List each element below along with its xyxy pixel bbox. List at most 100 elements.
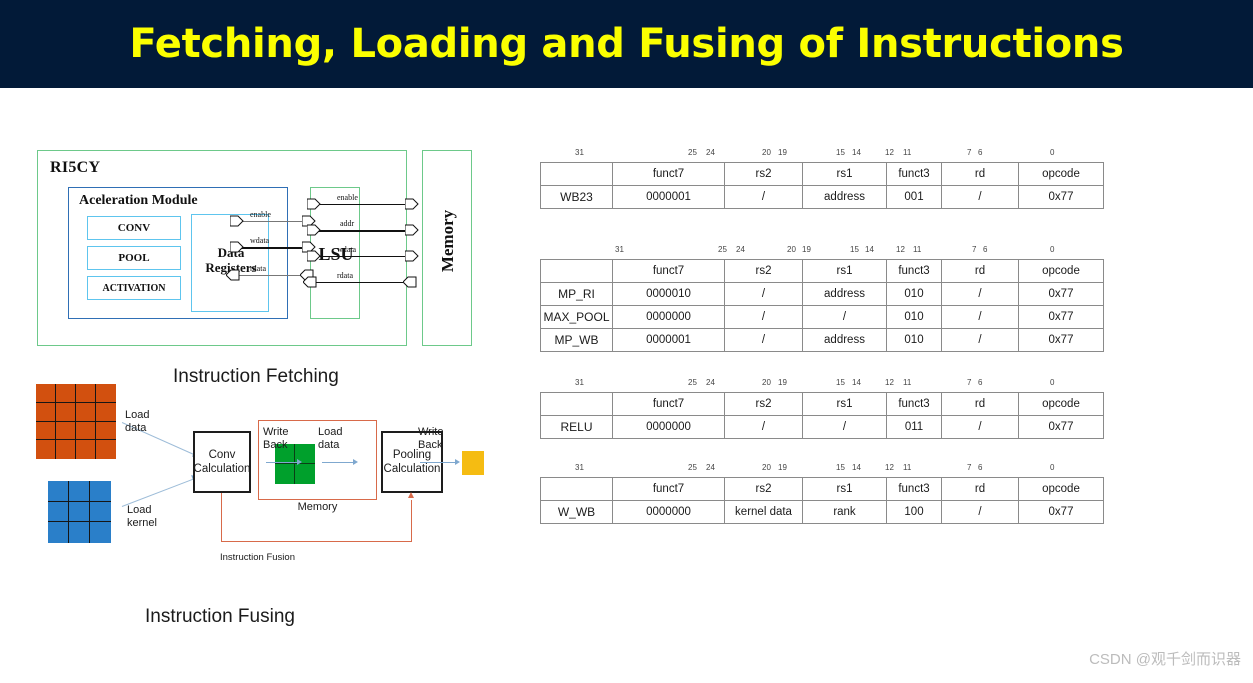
cell-funct3: 001 bbox=[886, 185, 942, 209]
signal-label-enable-left: enable bbox=[250, 210, 271, 219]
bit-label-0: 0 bbox=[1050, 463, 1055, 472]
header-cell-funct7: funct7 bbox=[612, 392, 725, 416]
header-cell-funct3: funct3 bbox=[886, 392, 942, 416]
header-cell-name bbox=[540, 162, 613, 186]
cell-opcode: 0x77 bbox=[1018, 500, 1104, 524]
header-cell-funct3: funct3 bbox=[886, 477, 942, 501]
bit-label-20: 20 bbox=[762, 378, 771, 387]
fusion-line-right-vertical bbox=[411, 500, 413, 542]
cell-rs1: rank bbox=[802, 500, 887, 524]
cell-rs2: / bbox=[724, 185, 803, 209]
cell-funct7: 0000010 bbox=[612, 282, 725, 306]
header-cell-rd: rd bbox=[941, 162, 1019, 186]
bit-label-25: 25 bbox=[688, 148, 697, 157]
bit-label-19: 19 bbox=[802, 245, 811, 254]
cell-funct3: 010 bbox=[886, 305, 942, 329]
cell-rd: / bbox=[941, 500, 1019, 524]
label-load-data: Load data bbox=[125, 409, 150, 434]
bit-label-14: 14 bbox=[865, 245, 874, 254]
bit-label-12: 12 bbox=[885, 378, 894, 387]
conv-calculation-label: Conv Calculation bbox=[193, 449, 251, 475]
write-back-1-arrowhead bbox=[297, 459, 302, 465]
header-cell-rs1: rs1 bbox=[802, 392, 887, 416]
bit-label-19: 19 bbox=[778, 463, 787, 472]
label-write-back-1: Write Back bbox=[263, 426, 289, 451]
table-row: MP_RI 0000010 / address 010 / 0x77 bbox=[540, 282, 1104, 306]
header-cell-opcode: opcode bbox=[1018, 477, 1104, 501]
header-cell-funct3: funct3 bbox=[886, 162, 942, 186]
bit-position-row-1: 31 25 24 20 19 15 14 12 11 7 6 0 bbox=[540, 146, 1103, 162]
encoding-table-wb23: funct7 rs2 rs1 funct3 rd opcode WB23 000… bbox=[540, 162, 1104, 209]
cell-funct7: 0000001 bbox=[612, 328, 725, 352]
cell-rs1: address bbox=[802, 185, 887, 209]
bit-label-31: 31 bbox=[575, 463, 584, 472]
cell-opcode: 0x77 bbox=[1018, 282, 1104, 306]
bit-label-7: 7 bbox=[967, 148, 972, 157]
bit-label-24: 24 bbox=[736, 245, 745, 254]
activation-unit-box: ACTIVATION bbox=[87, 276, 181, 300]
bit-label-14: 14 bbox=[852, 148, 861, 157]
cell-opcode: 0x77 bbox=[1018, 328, 1104, 352]
cell-instruction-name: MAX_POOL bbox=[540, 305, 613, 329]
bit-label-20: 20 bbox=[787, 245, 796, 254]
bit-label-11: 11 bbox=[903, 148, 912, 157]
bit-label-6: 6 bbox=[983, 245, 988, 254]
bit-label-11: 11 bbox=[913, 245, 922, 254]
table-row: MP_WB 0000001 / address 010 / 0x77 bbox=[540, 328, 1104, 352]
table-maxpool: 31 25 24 20 19 15 14 12 11 7 6 0 funct7 … bbox=[540, 243, 1104, 352]
header-cell-rs2: rs2 bbox=[724, 259, 803, 283]
table-header-row: funct7 rs2 rs1 funct3 rd opcode bbox=[540, 477, 1104, 501]
bit-label-0: 0 bbox=[1050, 245, 1055, 254]
label-write-back-2: Write Back bbox=[418, 426, 444, 451]
cell-funct3: 010 bbox=[886, 328, 942, 352]
bit-label-19: 19 bbox=[778, 378, 787, 387]
header-cell-rs1: rs1 bbox=[802, 162, 887, 186]
page-title: Fetching, Loading and Fusing of Instruct… bbox=[129, 21, 1124, 67]
bit-label-31: 31 bbox=[575, 148, 584, 157]
csdn-watermark: CSDN @观千剑而识器 bbox=[1089, 651, 1241, 668]
header-cell-rs2: rs2 bbox=[724, 392, 803, 416]
cell-rd: / bbox=[941, 282, 1019, 306]
pool-unit-box: POOL bbox=[87, 246, 181, 270]
header-cell-opcode: opcode bbox=[1018, 162, 1104, 186]
acceleration-module-box: Aceleration Module CONV POOL ACTIVATION … bbox=[68, 187, 288, 319]
cell-instruction-name: W_WB bbox=[540, 500, 613, 524]
label-load-kernel: Load kernel bbox=[127, 504, 157, 529]
bit-label-12: 12 bbox=[896, 245, 905, 254]
bit-label-7: 7 bbox=[967, 463, 972, 472]
bit-position-row-2: 31 25 24 20 19 15 14 12 11 7 6 0 bbox=[540, 243, 1103, 259]
port-arrow-wdata-lsu-out bbox=[307, 250, 321, 262]
pool-unit-label: POOL bbox=[118, 252, 150, 264]
signal-line-wdata-right bbox=[315, 256, 409, 258]
label-load-data-2: Load data bbox=[318, 426, 343, 451]
load-kernel-arrow bbox=[121, 478, 196, 508]
header-cell-rs1: rs1 bbox=[802, 477, 887, 501]
bit-label-25: 25 bbox=[688, 463, 697, 472]
table-row: WB23 0000001 / address 001 / 0x77 bbox=[540, 185, 1104, 209]
header-cell-rs2: rs2 bbox=[724, 477, 803, 501]
cell-opcode: 0x77 bbox=[1018, 185, 1104, 209]
conv-unit-box: CONV bbox=[87, 216, 181, 240]
bit-label-7: 7 bbox=[972, 245, 977, 254]
bit-label-6: 6 bbox=[978, 148, 983, 157]
instruction-fusing-diagram: Load data Load kernel Conv Calculation Memo… bbox=[30, 384, 500, 564]
port-arrow-enable-mem-in bbox=[405, 198, 419, 210]
header-cell-rd: rd bbox=[941, 392, 1019, 416]
write-back-2-arrow bbox=[420, 462, 456, 464]
cell-funct7: 0000000 bbox=[612, 415, 725, 439]
signal-line-addr-right bbox=[315, 230, 409, 233]
load-data-2-arrowhead bbox=[353, 459, 358, 465]
port-arrow-addr-lsu-out bbox=[307, 224, 321, 236]
table-header-row: funct7 rs2 rs1 funct3 rd opcode bbox=[540, 259, 1104, 283]
memory-box: Memory bbox=[422, 150, 472, 346]
activation-unit-label: ACTIVATION bbox=[102, 282, 166, 294]
memory-label: Memory bbox=[438, 209, 457, 273]
bit-label-14: 14 bbox=[852, 463, 861, 472]
header-cell-name bbox=[540, 259, 613, 283]
cell-opcode: 0x77 bbox=[1018, 305, 1104, 329]
header-cell-name bbox=[540, 392, 613, 416]
signal-line-rdata-right bbox=[315, 282, 409, 284]
port-arrow-rdata-in bbox=[226, 269, 240, 281]
signal-label-enable-right: enable bbox=[337, 193, 358, 202]
port-arrow-rdata-lsu-in bbox=[303, 276, 317, 288]
